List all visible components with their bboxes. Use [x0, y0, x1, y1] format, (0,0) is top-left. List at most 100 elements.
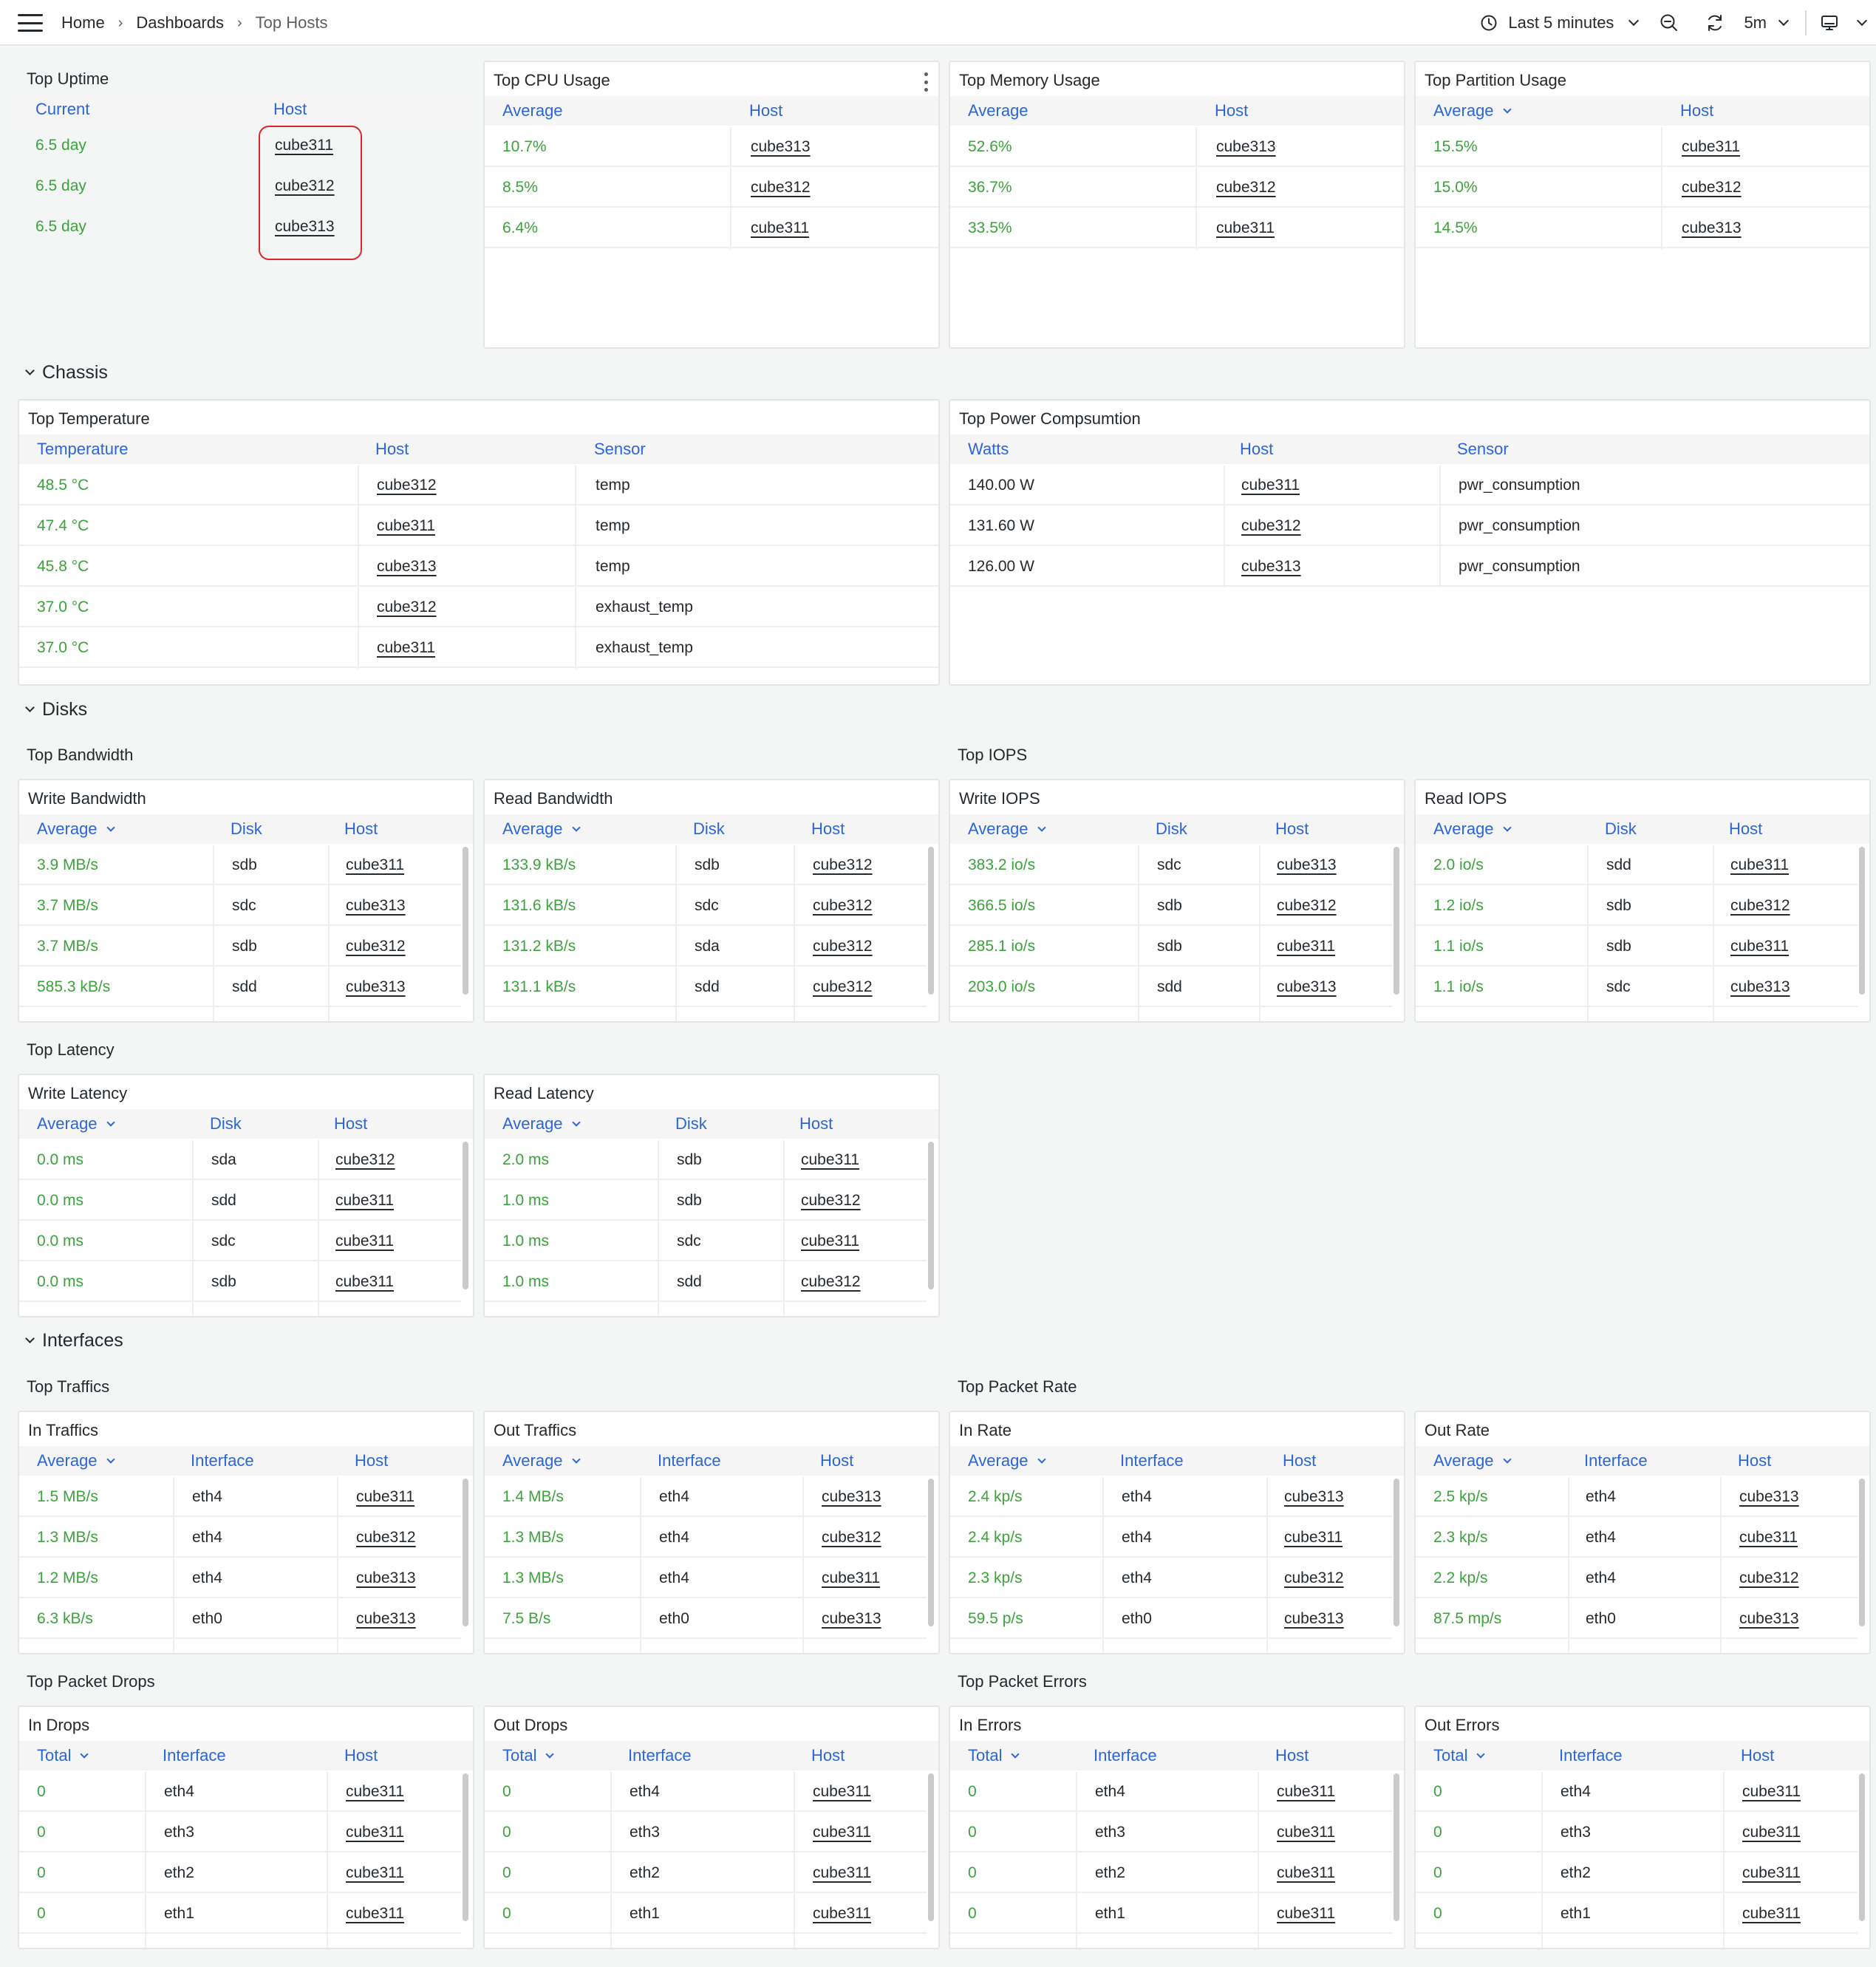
host-link[interactable]: cube311 — [1682, 127, 1740, 167]
table-scrollbar[interactable] — [1859, 1479, 1865, 1626]
host-link[interactable]: cube313 — [822, 1599, 881, 1639]
section-disks[interactable]: Disks — [25, 699, 87, 720]
panel-title[interactable]: In Drops — [28, 1716, 89, 1735]
host-link[interactable]: cube311 — [1742, 1894, 1801, 1934]
column-header-host[interactable]: Host — [1240, 434, 1273, 464]
panel-title[interactable]: Write IOPS — [959, 789, 1040, 808]
host-link[interactable]: cube313 — [1241, 547, 1301, 587]
column-header-interface[interactable]: Interface — [628, 1741, 692, 1770]
breadcrumb-home[interactable]: Home — [61, 13, 105, 33]
panel-title[interactable]: Top Uptime — [27, 69, 109, 89]
table-scrollbar[interactable] — [1859, 847, 1865, 995]
column-header-host[interactable]: Host — [1275, 1741, 1309, 1770]
table-scrollbar[interactable] — [928, 1142, 934, 1289]
refresh-interval-picker[interactable]: 5m — [1744, 0, 1790, 46]
panel-title[interactable]: Top Power Compsumtion — [959, 409, 1141, 429]
panel-title[interactable]: Out Traffics — [494, 1421, 576, 1440]
host-link[interactable]: cube311 — [335, 1221, 394, 1261]
host-link[interactable]: cube311 — [1739, 1518, 1798, 1558]
host-link[interactable]: cube311 — [751, 208, 809, 248]
panel-title[interactable]: Write Bandwidth — [28, 789, 146, 808]
table-scrollbar[interactable] — [928, 847, 934, 995]
host-link[interactable]: cube311 — [1277, 1853, 1335, 1893]
column-header-interface[interactable]: Interface — [658, 1446, 721, 1476]
column-header-average[interactable]: Average — [37, 1446, 115, 1476]
host-link[interactable]: cube311 — [1730, 927, 1789, 967]
host-link[interactable]: cube311 — [813, 1813, 871, 1852]
host-link[interactable]: cube312 — [1682, 168, 1742, 208]
host-link[interactable]: cube312 — [801, 1262, 861, 1302]
host-link[interactable]: cube311 — [377, 628, 435, 668]
column-header-host[interactable]: Host — [1741, 1741, 1774, 1770]
column-header-host[interactable]: Host — [344, 1741, 378, 1770]
host-link[interactable]: cube313 — [356, 1558, 416, 1598]
host-link[interactable]: cube311 — [1284, 1518, 1343, 1558]
host-link[interactable]: cube313 — [1277, 967, 1337, 1007]
column-header-average[interactable]: Average — [502, 1446, 581, 1476]
column-header-host[interactable]: Host — [1283, 1446, 1316, 1476]
host-link[interactable]: cube312 — [1241, 506, 1301, 546]
host-link[interactable]: cube311 — [356, 1477, 415, 1517]
host-link[interactable]: cube312 — [346, 927, 406, 967]
host-link[interactable]: cube313 — [751, 127, 811, 167]
column-header-host[interactable]: Host — [1680, 96, 1713, 126]
table-scrollbar[interactable] — [1859, 1773, 1865, 1921]
host-link[interactable]: cube313 — [377, 547, 437, 587]
host-link[interactable]: cube312 — [1284, 1558, 1344, 1598]
host-link[interactable]: cube312 — [356, 1518, 416, 1558]
host-link[interactable]: cube312 — [813, 886, 873, 926]
column-header-disk[interactable]: Disk — [231, 814, 262, 844]
table-scrollbar[interactable] — [928, 1773, 934, 1921]
column-header-total[interactable]: Total — [1433, 1741, 1486, 1770]
host-link[interactable]: cube312 — [822, 1518, 881, 1558]
panel-title[interactable]: Read Bandwidth — [494, 789, 613, 808]
column-header-average[interactable]: Average — [968, 814, 1046, 844]
column-header-sensor[interactable]: Sensor — [594, 434, 646, 464]
column-header-host[interactable]: Host — [799, 1109, 833, 1139]
column-header-host[interactable]: Host — [811, 1741, 845, 1770]
column-header-average[interactable]: Average — [1433, 96, 1512, 126]
column-header-host[interactable]: Host — [273, 95, 307, 124]
host-link[interactable]: cube311 — [1742, 1813, 1801, 1852]
refresh-button[interactable] — [1705, 0, 1725, 46]
host-link[interactable]: cube312 — [813, 967, 873, 1007]
host-link[interactable]: cube312 — [1216, 168, 1276, 208]
column-header-watts[interactable]: Watts — [968, 434, 1009, 464]
table-scrollbar[interactable] — [463, 1479, 468, 1626]
column-header-disk[interactable]: Disk — [210, 1109, 242, 1139]
host-link[interactable]: cube311 — [813, 1853, 871, 1893]
host-link[interactable]: cube312 — [1277, 886, 1337, 926]
column-header-disk[interactable]: Disk — [1605, 814, 1637, 844]
column-header-interface[interactable]: Interface — [163, 1741, 226, 1770]
host-link[interactable]: cube313 — [1284, 1477, 1344, 1517]
menu-icon[interactable] — [18, 14, 43, 32]
column-header-interface[interactable]: Interface — [1559, 1741, 1623, 1770]
host-link[interactable]: cube312 — [813, 845, 873, 885]
column-header-average[interactable]: Average — [502, 96, 563, 126]
column-header-host[interactable]: Host — [375, 434, 409, 464]
section-chassis[interactable]: Chassis — [25, 362, 108, 383]
column-header-average[interactable]: Average — [968, 1446, 1046, 1476]
host-link[interactable]: cube313 — [346, 886, 406, 926]
host-link[interactable]: cube313 — [822, 1477, 881, 1517]
host-link[interactable]: cube311 — [1742, 1853, 1801, 1893]
table-scrollbar[interactable] — [1394, 1479, 1399, 1626]
panel-title[interactable]: In Errors — [959, 1716, 1021, 1735]
column-header-host[interactable]: Host — [749, 96, 782, 126]
host-link[interactable]: cube311 — [1277, 1813, 1335, 1852]
column-header-total[interactable]: Total — [502, 1741, 555, 1770]
host-link[interactable]: cube311 — [813, 1772, 871, 1812]
host-link[interactable]: cube313 — [1284, 1599, 1344, 1639]
column-header-total[interactable]: Total — [37, 1741, 89, 1770]
table-scrollbar[interactable] — [1394, 1773, 1399, 1921]
host-link[interactable]: cube311 — [813, 1894, 871, 1934]
column-header-host[interactable]: Host — [355, 1446, 388, 1476]
host-link[interactable]: cube311 — [1742, 1772, 1801, 1812]
panel-title[interactable]: In Traffics — [28, 1421, 98, 1440]
host-link[interactable]: cube311 — [346, 845, 404, 885]
host-link[interactable]: cube311 — [801, 1221, 859, 1261]
host-link[interactable]: cube313 — [1682, 208, 1742, 248]
column-header-average[interactable]: Average — [1433, 1446, 1512, 1476]
column-header-host[interactable]: Host — [820, 1446, 853, 1476]
host-link[interactable]: cube312 — [813, 927, 873, 967]
